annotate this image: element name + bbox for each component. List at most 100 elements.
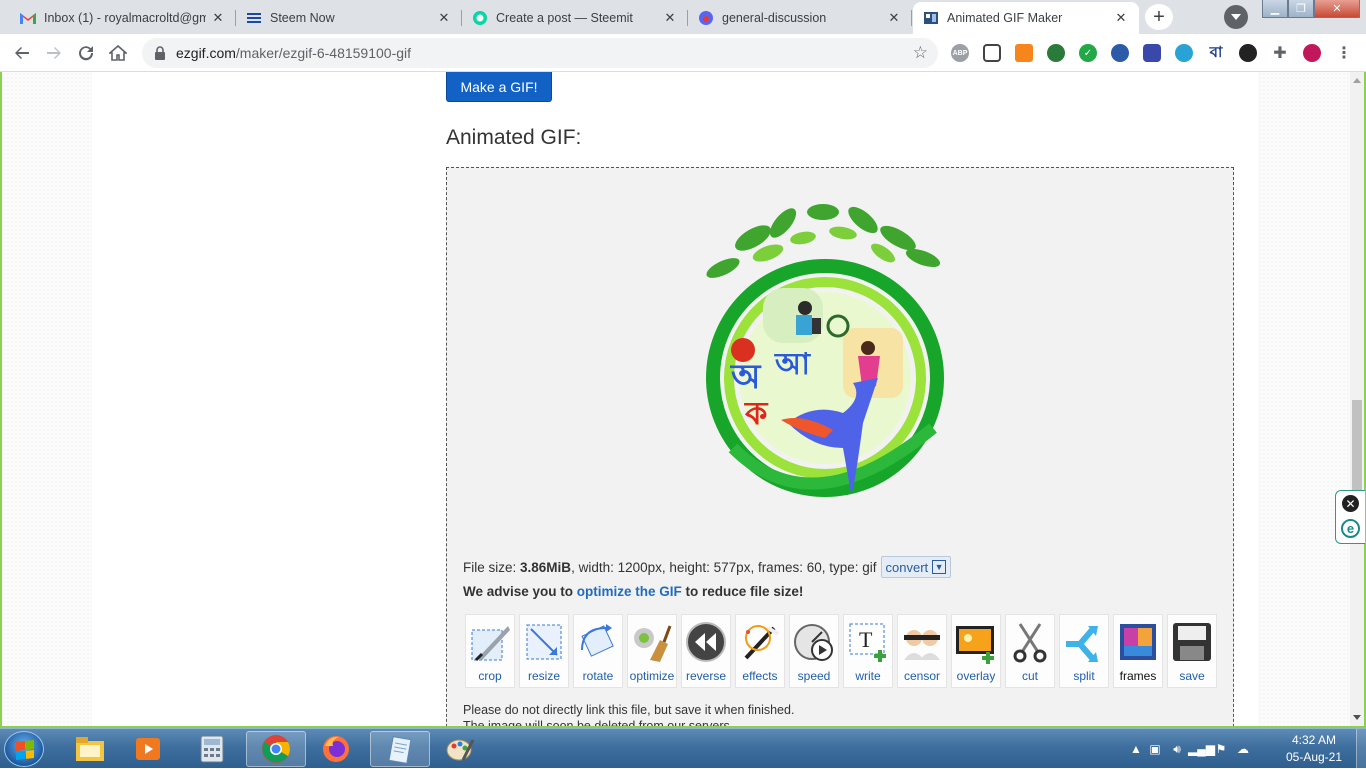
close-icon[interactable]: ✕ [886,10,902,26]
tool-frames[interactable]: frames [1113,614,1163,688]
bookmark-star-icon[interactable]: ☆ [913,43,928,63]
home-icon[interactable] [106,42,130,64]
tool-resize[interactable]: resize [519,614,569,688]
accessibility-icon[interactable] [1111,44,1129,62]
resize-icon [519,615,569,669]
start-button[interactable] [4,731,44,767]
make-gif-button[interactable]: Make a GIF! [446,72,552,102]
network-icon[interactable]: ▂▄▆ [1188,742,1215,756]
ezgif-icon [923,10,939,26]
tool-write[interactable]: T write [843,614,893,688]
scroll-thumb[interactable] [1352,400,1362,490]
menu-icon[interactable]: ⋮ [1335,44,1353,62]
volume-icon[interactable]: 🔊︎ [1166,742,1188,757]
back-icon[interactable] [10,42,34,64]
reverse-icon [681,615,731,669]
profile-icon[interactable] [1303,44,1321,62]
cut-icon [1005,615,1055,669]
cloud-upload-icon[interactable]: ☁ [1232,742,1254,756]
reload-icon[interactable] [74,42,98,64]
media-player-icon[interactable] [120,731,176,767]
tab-ezgif[interactable]: Animated GIF Maker ✕ [913,2,1139,34]
calculator-icon[interactable] [184,731,240,767]
qr-icon[interactable] [983,44,1001,62]
animated-gif-image[interactable]: অ আ ক [693,198,959,518]
windows-logo-icon [16,740,34,760]
notepad-icon[interactable] [370,731,430,767]
clock[interactable]: 4:32 AM 05-Aug-21 [1278,732,1350,766]
file-info: File size: 3.86MiB, width: 1200px, heigh… [463,556,952,578]
tab-search-icon[interactable] [1224,5,1248,29]
window-controls: ▁ ❐ ✕ [1262,0,1360,20]
chrome-icon[interactable] [246,731,306,767]
close-window-button[interactable]: ✕ [1314,0,1360,18]
tool-optimize[interactable]: optimize [627,614,677,688]
tool-label: overlay [956,669,996,683]
tab-steemit[interactable]: Create a post — Steemit ✕ [462,2,688,33]
clock-time: 4:32 AM [1291,733,1337,747]
abp-icon[interactable]: ABP [951,44,969,62]
save-note: Please do not directly link this file, b… [463,702,794,726]
tool-save[interactable]: save [1167,614,1217,688]
tool-effects[interactable]: effects [735,614,785,688]
svg-text:অ: অ [730,357,762,397]
e-widget-icon[interactable]: e [1341,519,1360,538]
action-center-icon[interactable]: ▣ [1144,742,1166,756]
tool-label: censor [903,669,941,683]
paint-icon[interactable] [432,731,488,767]
scroll-down-icon[interactable] [1353,715,1361,724]
tool-label: reverse [685,669,726,683]
steem-now-icon [246,10,262,26]
tool-label: resize [527,669,560,683]
save-icon [1167,615,1217,669]
page-scrollbar[interactable] [1350,72,1364,726]
svg-text:T: T [859,627,873,652]
advise-before: We advise you to [463,584,577,599]
taskbar: ▲ ▣ 🔊︎ ▂▄▆ ⚑ ☁ 4:32 AM 05-Aug-21 [0,728,1366,769]
optimize-link[interactable]: optimize the GIF [577,584,682,599]
new-tab-button[interactable]: + [1145,4,1173,30]
address-bar[interactable]: ezgif.com/maker/ezgif-6-48159100-gif ☆ [142,38,938,68]
tool-split[interactable]: split [1059,614,1109,688]
tool-speed[interactable]: speed [789,614,839,688]
steem-icon[interactable] [1175,44,1193,62]
metamask-icon[interactable] [1015,44,1033,62]
puzzle-icon[interactable]: ✚ [1271,44,1289,62]
forward-icon[interactable] [42,42,66,64]
tab-steem-now[interactable]: Steem Now ✕ [236,2,462,33]
arrow-down-icon: ▼ [932,560,947,574]
scroll-up-icon[interactable] [1353,74,1361,83]
flag-icon[interactable]: ⚑ [1210,742,1232,756]
tab-gmail[interactable]: Inbox (1) - royalmacroltd@gm ✕ [10,2,236,33]
tool-overlay[interactable]: overlay [951,614,1001,688]
overlay-icon [951,615,1001,669]
minimize-button[interactable]: ▁ [1262,0,1288,18]
globe-icon[interactable] [1047,44,1065,62]
close-icon[interactable]: ✕ [1113,10,1129,26]
explorer-icon[interactable] [62,731,118,767]
tool-label: write [855,669,881,683]
show-desktop-button[interactable] [1356,729,1366,769]
grid-icon[interactable] [1143,44,1161,62]
note-line-2: The image will soon be deleted from our … [463,719,734,726]
tool-censor[interactable]: censor [897,614,947,688]
theme-icon[interactable] [1239,44,1257,62]
close-icon[interactable]: ✕ [1342,495,1359,512]
tool-reverse[interactable]: reverse [681,614,731,688]
close-icon[interactable]: ✕ [662,10,678,26]
convert-button[interactable]: convert ▼ [880,556,952,578]
tab-discord[interactable]: general-discussion ✕ [688,2,912,33]
tool-label: effects [742,669,778,683]
bangla-icon[interactable]: বা [1207,44,1225,62]
close-icon[interactable]: ✕ [436,10,452,26]
tool-cut[interactable]: cut [1005,614,1055,688]
firefox-icon[interactable] [308,731,364,767]
tool-crop[interactable]: crop [465,614,515,688]
maximize-button[interactable]: ❐ [1288,0,1314,18]
tool-rotate[interactable]: rotate [573,614,623,688]
close-icon[interactable]: ✕ [210,10,226,26]
frames-icon [1113,615,1163,669]
check-icon[interactable]: ✓ [1079,44,1097,62]
tray-expand-icon[interactable]: ▲ [1128,742,1144,756]
gmail-icon [20,10,36,26]
